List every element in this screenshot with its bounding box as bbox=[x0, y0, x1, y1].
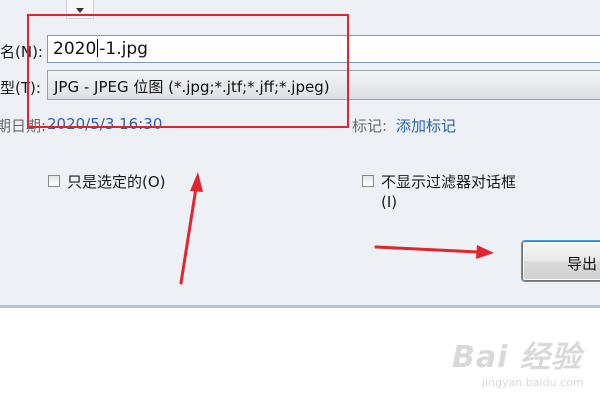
watermark: Bai 经验 jingyan.baidu.com bbox=[452, 332, 584, 389]
watermark-logo: Bai 经验 bbox=[452, 340, 582, 375]
watermark-url: jingyan.baidu.com bbox=[482, 376, 584, 389]
annotation-arrow-up-icon bbox=[179, 172, 203, 285]
annotation-arrow-right-icon bbox=[374, 245, 494, 259]
